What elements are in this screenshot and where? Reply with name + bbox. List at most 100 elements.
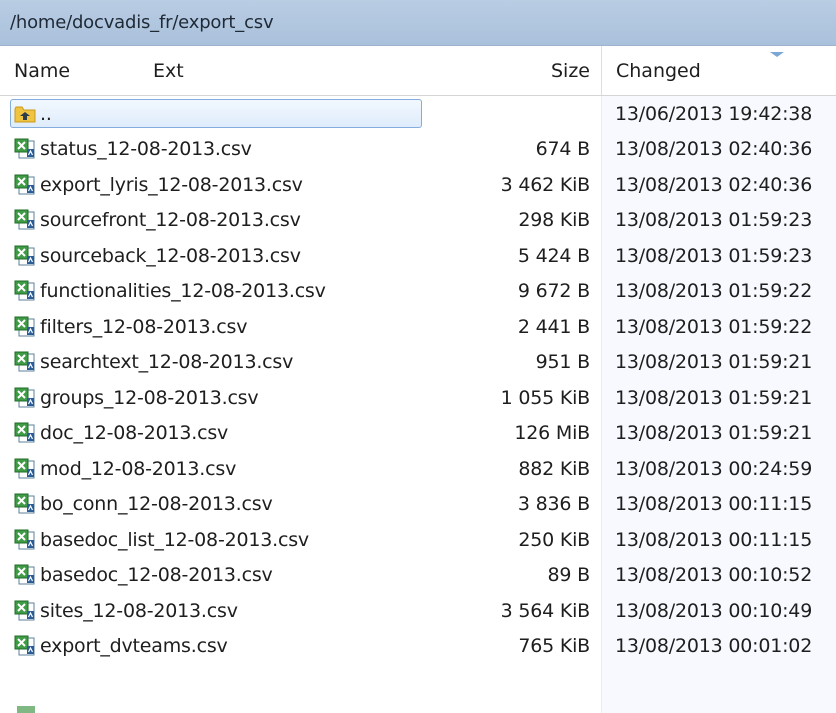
file-changed: 13/08/2013 00:01:02 bbox=[615, 635, 813, 658]
file-row[interactable]: sites_12-08-2013.csv 3 564 KiB 13/08/2013 … bbox=[0, 593, 836, 629]
excel-csv-file-icon bbox=[14, 174, 35, 195]
file-name: functionalities_12-08-2013.csv bbox=[40, 280, 326, 303]
excel-csv-file-icon bbox=[14, 280, 35, 301]
excel-csv-file-icon bbox=[14, 493, 35, 514]
column-header-ext[interactable]: Ext bbox=[153, 46, 184, 95]
file-list: .. 13/06/2013 19:42:38 status_12-08-2013… bbox=[0, 96, 836, 664]
file-name-cell: bo_conn_12-08-2013.csv bbox=[14, 487, 273, 523]
file-size: 1 055 KiB bbox=[500, 386, 591, 409]
file-name-cell: mod_12-08-2013.csv bbox=[14, 451, 236, 487]
file-size: 2 441 B bbox=[517, 315, 590, 338]
file-changed: 13/08/2013 01:59:23 bbox=[615, 244, 813, 267]
file-changed: 13/08/2013 01:59:22 bbox=[615, 315, 813, 338]
file-name-cell: searchtext_12-08-2013.csv bbox=[14, 345, 293, 381]
file-name-cell: filters_12-08-2013.csv bbox=[14, 309, 247, 345]
file-row[interactable]: basedoc_list_12-08-2013.csv 250 KiB 13/08/… bbox=[0, 522, 836, 558]
excel-csv-file-icon bbox=[14, 422, 35, 443]
excel-csv-file-icon bbox=[14, 529, 35, 550]
parent-folder-icon bbox=[14, 106, 36, 123]
file-size: 9 672 B bbox=[517, 280, 590, 303]
file-size: 951 B bbox=[535, 351, 591, 374]
file-row[interactable]: functionalities_12-08-2013.csv 9 672 B 13/… bbox=[0, 274, 836, 310]
file-name: export_dvteams.csv bbox=[40, 635, 228, 658]
file-name-cell: export_dvteams.csv bbox=[14, 629, 228, 665]
excel-csv-file-icon bbox=[14, 316, 35, 337]
excel-csv-file-icon bbox=[14, 635, 35, 656]
file-row[interactable]: export_lyris_12-08-2013.csv 3 462 KiB 13/0… bbox=[0, 167, 836, 203]
file-row[interactable]: bo_conn_12-08-2013.csv 3 836 B 13/08/2013 … bbox=[0, 487, 836, 523]
file-size: 89 B bbox=[547, 564, 591, 587]
file-size: 5 424 B bbox=[517, 244, 590, 267]
file-name: groups_12-08-2013.csv bbox=[40, 386, 259, 409]
file-row[interactable]: groups_12-08-2013.csv 1 055 KiB 13/08/2013… bbox=[0, 380, 836, 416]
excel-csv-file-icon bbox=[14, 458, 35, 479]
excel-csv-file-icon bbox=[14, 564, 35, 585]
file-name: sites_12-08-2013.csv bbox=[40, 599, 238, 622]
file-row[interactable]: basedoc_12-08-2013.csv 89 B 13/08/2013 00:… bbox=[0, 558, 836, 594]
file-name-cell: doc_12-08-2013.csv bbox=[14, 416, 228, 452]
file-size: 126 MiB bbox=[514, 422, 590, 445]
file-changed: 13/08/2013 01:59:21 bbox=[615, 422, 813, 445]
column-header-size[interactable]: Size bbox=[400, 46, 590, 95]
file-name: doc_12-08-2013.csv bbox=[40, 422, 229, 445]
row-selection-highlight bbox=[10, 99, 422, 128]
file-changed: 13/08/2013 02:40:36 bbox=[615, 138, 813, 161]
file-name-cell: status_12-08-2013.csv bbox=[14, 132, 252, 168]
column-header: Name Ext Size Changed bbox=[0, 46, 836, 96]
file-name-cell: sourcefront_12-08-2013.csv bbox=[14, 203, 301, 239]
file-size: 765 KiB bbox=[518, 635, 590, 658]
file-row[interactable]: doc_12-08-2013.csv 126 MiB 13/08/2013 01:5… bbox=[0, 416, 836, 452]
file-name: sourceback_12-08-2013.csv bbox=[40, 244, 301, 267]
file-name-cell: export_lyris_12-08-2013.csv bbox=[14, 167, 303, 203]
file-row[interactable]: searchtext_12-08-2013.csv 951 B 13/08/2013… bbox=[0, 345, 836, 381]
file-changed: 13/08/2013 01:59:21 bbox=[615, 351, 813, 374]
file-name: basedoc_list_12-08-2013.csv bbox=[40, 528, 309, 551]
excel-csv-file-icon bbox=[14, 245, 35, 266]
excel-csv-file-icon bbox=[14, 387, 35, 408]
file-size: 250 KiB bbox=[518, 528, 590, 551]
file-name: basedoc_12-08-2013.csv bbox=[40, 564, 273, 587]
file-name-cell: basedoc_list_12-08-2013.csv bbox=[14, 522, 309, 558]
file-row[interactable]: sourcefront_12-08-2013.csv 298 KiB 13/08/2… bbox=[0, 203, 836, 239]
file-changed: 13/08/2013 00:10:52 bbox=[615, 564, 813, 587]
excel-csv-file-icon bbox=[14, 351, 35, 372]
file-size: 3 564 KiB bbox=[500, 599, 591, 622]
file-panel: /home/docvadis_fr/export_csv Name Ext Si… bbox=[0, 0, 836, 713]
file-size: 674 B bbox=[535, 138, 591, 161]
file-name-cell: groups_12-08-2013.csv bbox=[14, 380, 259, 416]
file-name: mod_12-08-2013.csv bbox=[40, 457, 237, 480]
sort-descending-icon bbox=[770, 52, 784, 57]
column-header-changed[interactable]: Changed bbox=[601, 46, 836, 95]
parent-directory-label: .. bbox=[40, 102, 52, 125]
file-name-cell: functionalities_12-08-2013.csv bbox=[14, 274, 326, 310]
excel-csv-file-icon bbox=[14, 600, 35, 621]
current-path: /home/docvadis_fr/export_csv bbox=[10, 12, 274, 33]
file-size: 298 KiB bbox=[518, 209, 590, 232]
file-size: 882 KiB bbox=[518, 457, 590, 480]
file-name: searchtext_12-08-2013.csv bbox=[40, 351, 294, 374]
excel-csv-file-icon bbox=[14, 209, 35, 230]
file-name: bo_conn_12-08-2013.csv bbox=[40, 493, 273, 516]
path-bar[interactable]: /home/docvadis_fr/export_csv bbox=[0, 0, 836, 46]
excel-csv-file-icon bbox=[14, 138, 35, 159]
column-header-name[interactable]: Name bbox=[14, 46, 70, 95]
file-changed: 13/08/2013 00:11:15 bbox=[615, 493, 813, 516]
file-row[interactable]: filters_12-08-2013.csv 2 441 B 13/08/2013 … bbox=[0, 309, 836, 345]
file-name: filters_12-08-2013.csv bbox=[40, 315, 248, 338]
file-name-cell: sourceback_12-08-2013.csv bbox=[14, 238, 301, 274]
file-name: export_lyris_12-08-2013.csv bbox=[40, 173, 303, 196]
parent-directory-row[interactable]: .. 13/06/2013 19:42:38 bbox=[0, 96, 836, 132]
file-row[interactable]: sourceback_12-08-2013.csv 5 424 B 13/08/20… bbox=[0, 238, 836, 274]
file-name: sourcefront_12-08-2013.csv bbox=[40, 209, 301, 232]
file-row[interactable]: mod_12-08-2013.csv 882 KiB 13/08/2013 00:2… bbox=[0, 451, 836, 487]
file-name-cell: sites_12-08-2013.csv bbox=[14, 593, 238, 629]
file-row[interactable]: export_dvteams.csv 765 KiB 13/08/2013 00:0… bbox=[0, 629, 836, 665]
file-changed: 13/08/2013 02:40:36 bbox=[615, 173, 813, 196]
file-name: status_12-08-2013.csv bbox=[40, 138, 252, 161]
file-name-cell: basedoc_12-08-2013.csv bbox=[14, 558, 273, 594]
file-changed: 13/08/2013 00:24:59 bbox=[615, 457, 813, 480]
file-row[interactable]: status_12-08-2013.csv 674 B 13/08/2013 02:… bbox=[0, 132, 836, 168]
file-size bbox=[400, 96, 590, 132]
file-size: 3 462 KiB bbox=[500, 173, 591, 196]
file-changed: 13/06/2013 19:42:38 bbox=[615, 102, 813, 125]
